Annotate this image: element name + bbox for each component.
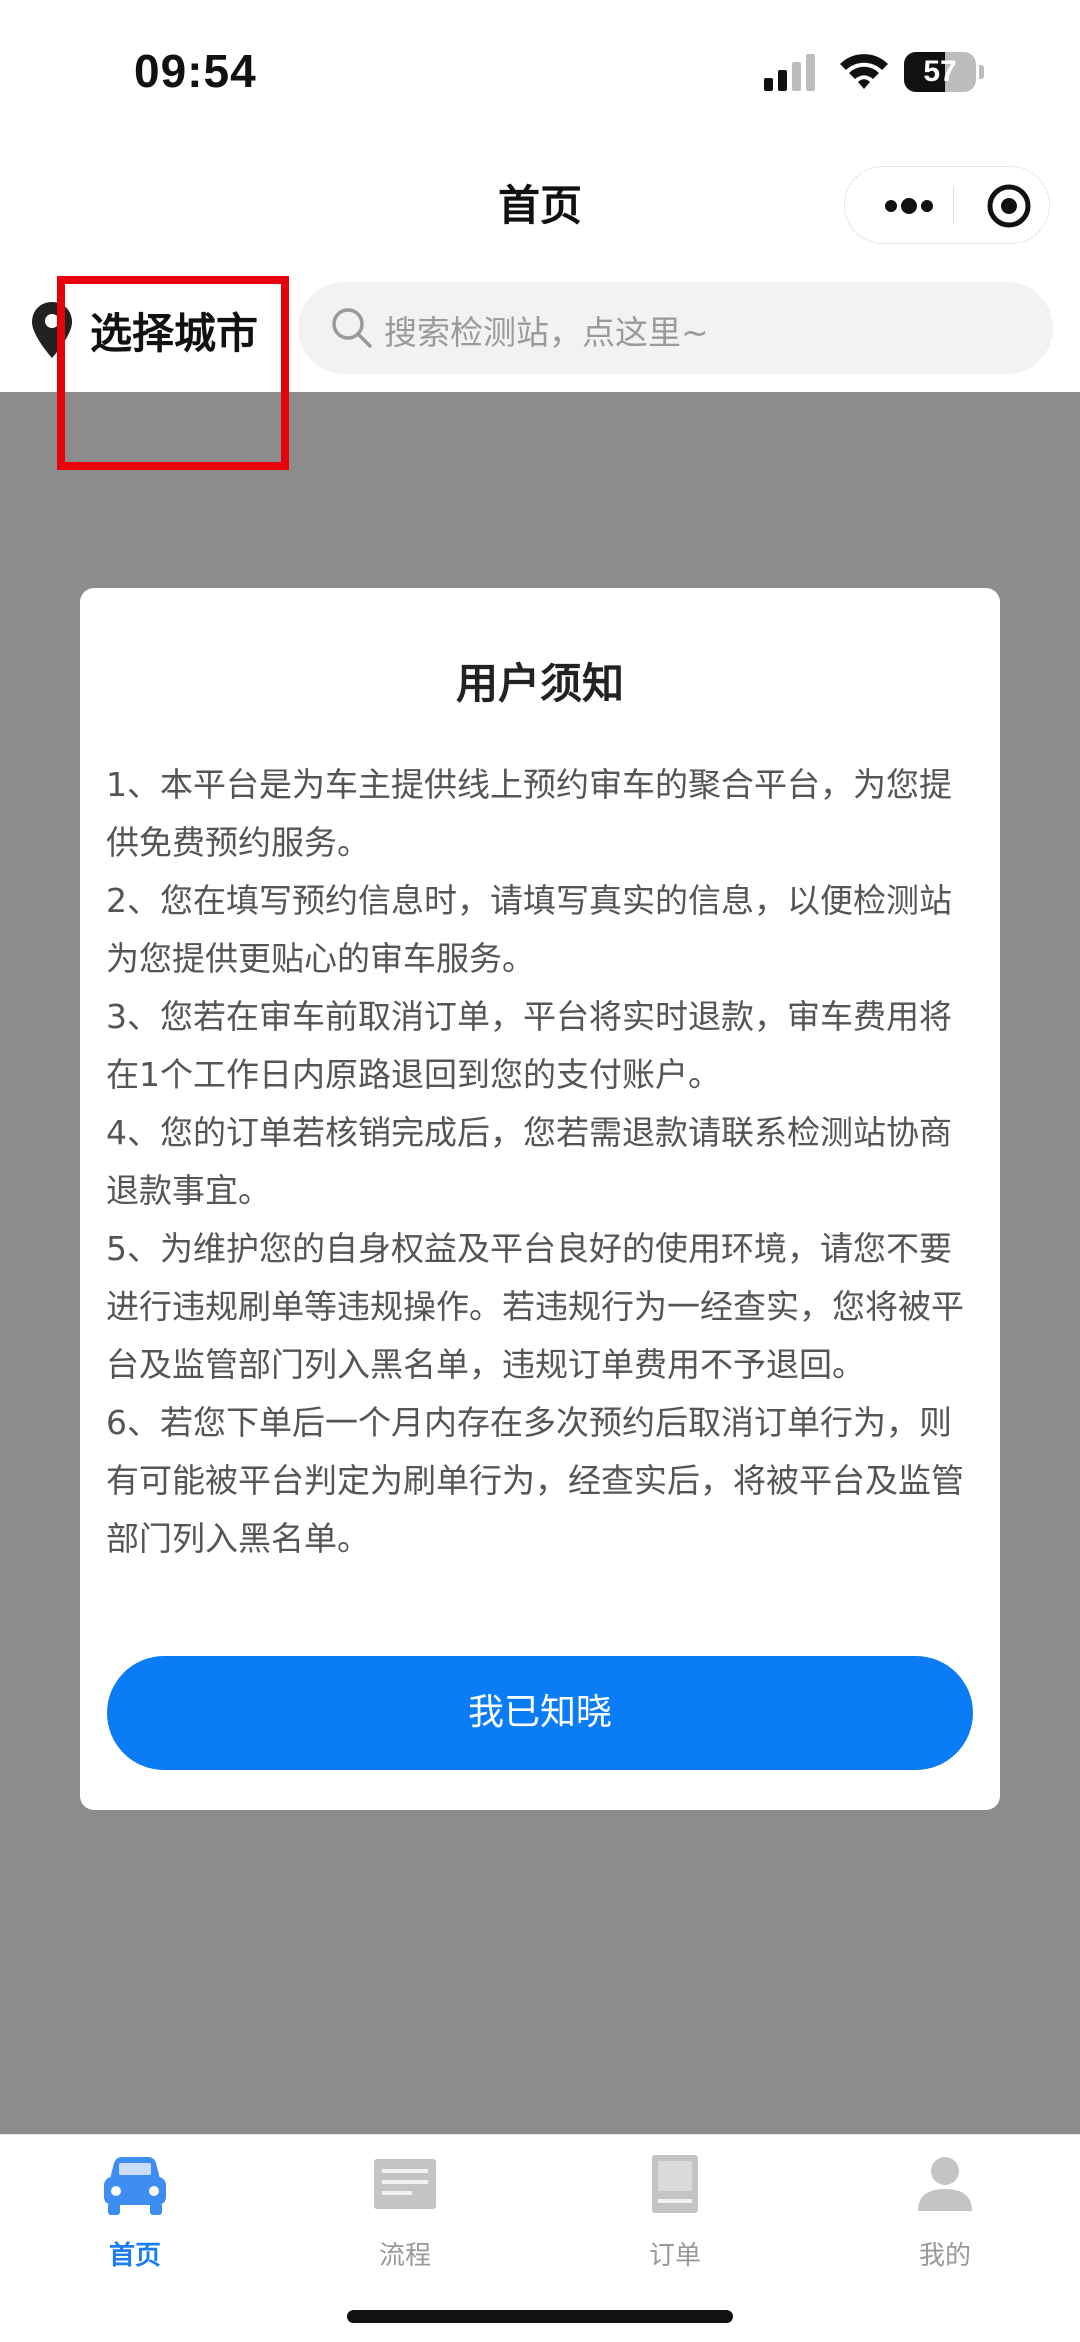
wifi-icon bbox=[840, 54, 888, 89]
profile-icon bbox=[918, 2157, 972, 2211]
more-icon[interactable] bbox=[871, 167, 947, 245]
user-notice-modal: 用户须知 1、本平台是为车主提供线上预约审车的聚合平台，为您提供免费预约服务。 … bbox=[80, 588, 1000, 1810]
modal-title: 用户须知 bbox=[455, 659, 624, 708]
close-target-icon[interactable] bbox=[971, 167, 1047, 245]
tab-profile[interactable]: 我的 bbox=[810, 2135, 1080, 2342]
notice-content: 1、本平台是为车主提供线上预约审车的聚合平台，为您提供免费预约服务。 2、您在填… bbox=[106, 756, 982, 1568]
cellular-signal-icon bbox=[764, 54, 815, 91]
status-bar: 09:54 57 bbox=[0, 0, 1080, 150]
notice-item: 6、若您下单后一个月内存在多次预约后取消订单行为，则有可能被平台判定为刷单行为，… bbox=[106, 1403, 964, 1558]
tab-label: 首页 bbox=[108, 2241, 161, 2271]
capsule-divider bbox=[953, 187, 954, 225]
battery-icon: 57 bbox=[904, 52, 984, 92]
tab-label: 订单 bbox=[648, 2241, 701, 2271]
tab-label: 流程 bbox=[378, 2241, 431, 2271]
highlight-box bbox=[57, 276, 289, 470]
search-placeholder: 搜索检测站，点这里~ bbox=[384, 313, 709, 352]
notice-item: 5、为维护您的自身权益及平台良好的使用环境，请您不要进行违规刷单等违规操作。若违… bbox=[106, 1229, 964, 1384]
search-icon bbox=[332, 308, 372, 348]
notice-item: 4、您的订单若核销完成后，您若需退款请联系检测站协商退款事宜。 bbox=[106, 1113, 952, 1210]
tab-home[interactable]: 首页 bbox=[0, 2135, 270, 2342]
order-icon bbox=[652, 2155, 698, 2213]
notice-item: 3、您若在审车前取消订单，平台将实时退款，审车费用将在1个工作日内原路退回到您的… bbox=[106, 997, 952, 1094]
process-icon bbox=[374, 2159, 436, 2209]
tab-label: 我的 bbox=[918, 2241, 971, 2271]
notice-item: 2、您在填写预约信息时，请填写真实的信息，以便检测站为您提供更贴心的审车服务。 bbox=[106, 881, 952, 978]
mini-program-capsule bbox=[844, 166, 1050, 244]
battery-percent: 57 bbox=[923, 55, 957, 88]
home-indicator bbox=[347, 2310, 733, 2323]
search-input[interactable]: 搜索检测站，点这里~ bbox=[298, 282, 1053, 374]
notice-item: 1、本平台是为车主提供线上预约审车的聚合平台，为您提供免费预约服务。 bbox=[106, 765, 952, 862]
car-icon bbox=[104, 2157, 166, 2215]
acknowledge-button[interactable]: 我已知晓 bbox=[107, 1656, 973, 1770]
status-time: 09:54 bbox=[134, 45, 257, 97]
